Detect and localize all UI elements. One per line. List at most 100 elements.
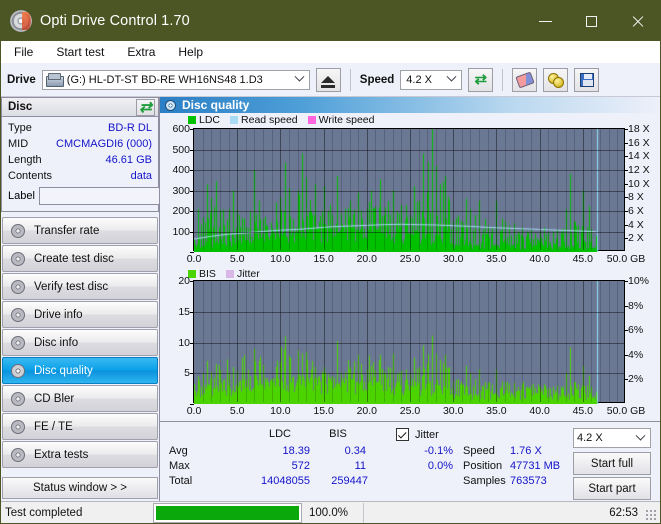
check-icon — [397, 429, 407, 439]
gridline — [245, 281, 247, 402]
chart-legend-bottom: BIS Jitter — [160, 267, 660, 280]
gridline — [245, 129, 247, 250]
y2-axis-tick-label: 4% — [628, 348, 644, 361]
resize-grip[interactable] — [645, 509, 657, 521]
stats-col-bis: BIS — [329, 428, 347, 440]
drive-select-value: (G:) HL-DT-ST BD-RE WH16NS48 1.D3 — [66, 73, 263, 86]
gridline — [384, 281, 386, 402]
y2-axis-tick-label: 4 X — [628, 218, 644, 231]
menu-extra[interactable]: Extra — [124, 43, 158, 61]
gridline — [211, 129, 213, 250]
sidebar-item-disc-info[interactable]: Disc info — [2, 329, 158, 356]
refresh-button[interactable]: ⇄ — [468, 67, 494, 92]
y-axis-tick-label: 20 — [178, 275, 190, 287]
sidebar-item-transfer-rate[interactable]: Transfer rate — [2, 217, 158, 244]
gridline — [505, 129, 507, 250]
status-text: Test completed — [5, 506, 83, 519]
jitter-checkbox[interactable] — [396, 428, 409, 441]
stats-avg-jitter: -0.1% — [424, 445, 453, 457]
gridline — [401, 281, 403, 402]
gridline — [470, 281, 472, 402]
disc-icon — [11, 279, 25, 294]
gridline — [366, 281, 368, 402]
x-axis-tick-label: 10.0 — [270, 253, 291, 265]
sidebar-item-create-test-disc[interactable]: Create test disc — [2, 245, 158, 272]
gridline — [522, 129, 524, 250]
gridline — [375, 129, 377, 250]
sidebar-item-cd-bler[interactable]: CD Bler — [2, 385, 158, 412]
sidebar-item-label: Drive info — [34, 308, 83, 321]
sidebar-item-label: Extra tests — [34, 448, 89, 461]
gridline — [358, 281, 360, 402]
disc-icon — [11, 307, 25, 322]
gridline — [194, 231, 624, 233]
eject-button[interactable] — [315, 67, 341, 92]
gridline — [530, 129, 532, 250]
disc-length-value: 46.61 GB — [105, 154, 152, 166]
gridline — [280, 281, 282, 402]
sidebar-item-verify-test-disc[interactable]: Verify test disc — [2, 273, 158, 300]
disc-icon — [11, 335, 25, 350]
content-area: Disc ⇄ Type BD-R DL MID CMCMAGDI6 (000) … — [1, 97, 660, 501]
sidebar-item-label: FE / TE — [34, 420, 73, 433]
sidebar-item-disc-quality[interactable]: Disc quality — [2, 357, 158, 384]
speed-stat-label: Speed — [463, 445, 495, 457]
start-part-button[interactable]: Start part — [573, 477, 651, 500]
disc-refresh-button[interactable]: ⇄ — [136, 98, 155, 116]
x-axis-tick-label: 40.0 — [529, 253, 550, 265]
gridline — [280, 129, 282, 250]
legend-label: Read speed — [241, 113, 298, 126]
gridline — [530, 281, 532, 402]
menu-bar: File Start test Extra Help — [1, 41, 660, 63]
sidebar-item-label: Disc info — [34, 336, 79, 349]
y2-axis-tick-label: 2% — [628, 373, 644, 386]
elapsed-time: 62:53 — [609, 506, 638, 519]
save-button[interactable] — [574, 67, 600, 92]
x-axis-tick-label: 50.0 GB — [606, 253, 646, 265]
gridline — [556, 281, 558, 402]
bookmark-button[interactable] — [543, 67, 569, 92]
chart-bottom-plot: 5 10 15 20 2% 4% 6% 8% 10% 0.0 5.0 10.0 15.0 20.0 25.0… — [178, 275, 649, 417]
erase-button[interactable] — [512, 67, 538, 92]
sidebar-item-drive-info[interactable]: Drive info — [2, 301, 158, 328]
legend-swatch-icon — [225, 269, 234, 278]
menu-file[interactable]: File — [11, 43, 36, 61]
gridline — [479, 129, 481, 250]
disc-contents-label: Contents — [8, 170, 53, 182]
legend-label: BIS — [199, 267, 216, 280]
gridline — [384, 129, 386, 250]
maximize-button[interactable] — [568, 1, 614, 41]
menu-start-test[interactable]: Start test — [53, 43, 107, 61]
eject-icon — [321, 76, 336, 88]
disc-mid-value: CMCMAGDI6 (000) — [56, 138, 152, 150]
drive-select[interactable]: (G:) HL-DT-ST BD-RE WH16NS48 1.D3 — [41, 69, 310, 90]
menu-help[interactable]: Help — [175, 43, 206, 61]
start-full-button[interactable]: Start full — [573, 452, 651, 475]
sidebar-item-extra-tests[interactable]: Extra tests — [2, 441, 158, 468]
gridline — [271, 129, 273, 250]
y2-axis-tick-label: 6% — [628, 324, 644, 337]
x-axis-tick-label: 5.0 — [229, 405, 245, 417]
sidebar-item-label: Create test disc — [34, 252, 114, 265]
refresh-icon: ⇄ — [474, 71, 488, 88]
gridline — [513, 129, 515, 250]
stats-col-ldc: LDC — [268, 428, 291, 440]
position-stat-label: Position — [463, 460, 503, 472]
minimize-button[interactable] — [522, 1, 568, 41]
sidebar-item-fe-te[interactable]: FE / TE — [2, 413, 158, 440]
gridline — [479, 281, 481, 402]
gridline — [219, 129, 221, 250]
statistics-panel: LDC BIS Avg Max Total 18.39 572 14048055… — [160, 421, 660, 501]
disc-panel-header: Disc ⇄ — [1, 97, 159, 117]
status-window-button[interactable]: Status window > > — [2, 477, 158, 499]
gridline — [297, 129, 299, 250]
legend-label: Jitter — [236, 267, 260, 280]
test-speed-select[interactable]: 4.2 X — [573, 428, 651, 448]
close-button[interactable] — [614, 1, 660, 41]
x-axis-tick-label: 15.0 — [313, 405, 334, 417]
x-axis-tick-label: 20.0 — [356, 253, 378, 265]
gridline — [427, 129, 429, 250]
gridline — [289, 129, 291, 250]
disc-row-type: Type BD-R DL — [8, 120, 152, 136]
speed-select[interactable]: 4.2 X — [400, 69, 463, 90]
